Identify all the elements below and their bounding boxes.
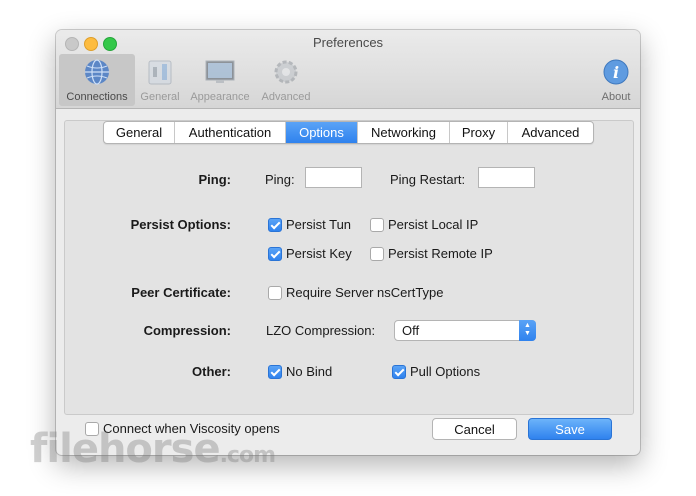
tab-advanced[interactable]: Advanced: [508, 122, 593, 143]
window-title: Preferences: [312, 35, 384, 50]
persist-section-label: Persist Options:: [130, 217, 231, 232]
require-nscerttype-label: Require Server nsCertType: [286, 285, 444, 300]
toolbar-appearance-label: Appearance: [190, 91, 250, 103]
ping-restart-label: Ping Restart:: [390, 172, 466, 187]
persist-key-label: Persist Key: [286, 246, 352, 261]
advanced-gear-icon: [274, 60, 298, 84]
tab-bar: General Authentication Options Networkin…: [103, 121, 594, 144]
pull-options-label: Pull Options: [410, 364, 481, 379]
lzo-compression-select[interactable]: Off ▲ ▼: [394, 320, 536, 341]
toolbar-connections[interactable]: Connections: [59, 54, 135, 106]
lzo-compression-value: Off: [402, 323, 420, 338]
ping-section-label: Ping:: [198, 172, 232, 187]
svg-text:i: i: [613, 63, 619, 82]
no-bind-label: No Bind: [286, 364, 333, 379]
about-info-icon: i: [603, 59, 629, 85]
watermark-logo: filehorse.com: [30, 426, 276, 472]
persist-local-ip-label: Persist Local IP: [388, 217, 479, 232]
tab-options[interactable]: Options: [286, 122, 358, 143]
persist-local-ip-checkbox[interactable]: [370, 218, 384, 232]
toolbar-about[interactable]: i About: [594, 54, 638, 106]
persist-key-checkbox[interactable]: [268, 247, 282, 261]
pull-options-checkbox[interactable]: [392, 365, 406, 379]
ping-input[interactable]: [305, 167, 362, 188]
persist-tun-label: Persist Tun: [286, 217, 352, 232]
peer-cert-section-label: Peer Certificate:: [131, 285, 231, 300]
toolbar-connections-label: Connections: [66, 91, 128, 103]
tab-networking[interactable]: Networking: [358, 122, 450, 143]
tab-authentication[interactable]: Authentication: [175, 122, 286, 143]
toolbar-general[interactable]: General: [136, 54, 184, 106]
toolbar-general-label: General: [140, 91, 180, 103]
ping-label: Ping:: [265, 172, 295, 187]
tab-general[interactable]: General: [104, 122, 175, 143]
require-nscerttype-checkbox[interactable]: [268, 286, 282, 300]
preferences-window: Preferences Connections General Appearan…: [56, 30, 640, 455]
updown-arrows-icon: ▲ ▼: [519, 320, 536, 341]
persist-remote-ip-checkbox[interactable]: [370, 247, 384, 261]
persist-tun-checkbox[interactable]: [268, 218, 282, 232]
save-button[interactable]: Save: [528, 418, 612, 440]
no-bind-checkbox[interactable]: [268, 365, 282, 379]
persist-remote-ip-label: Persist Remote IP: [388, 246, 493, 261]
connections-globe-icon: [85, 59, 109, 85]
tab-proxy[interactable]: Proxy: [450, 122, 508, 143]
toolbar-about-label: About: [601, 91, 631, 103]
appearance-monitor-icon: [205, 60, 235, 83]
cancel-button[interactable]: Cancel: [432, 418, 517, 440]
titlebar: Preferences Connections General Appearan…: [56, 30, 640, 109]
compression-section-label: Compression:: [143, 323, 231, 338]
toolbar-appearance[interactable]: Appearance: [184, 54, 256, 106]
other-section-label: Other:: [192, 364, 231, 379]
toolbar-advanced[interactable]: Advanced: [256, 54, 316, 106]
toolbar-advanced-label: Advanced: [261, 91, 311, 103]
ping-restart-input[interactable]: [478, 167, 535, 188]
general-switch-icon: [148, 60, 172, 85]
lzo-compression-label: LZO Compression:: [266, 323, 376, 338]
